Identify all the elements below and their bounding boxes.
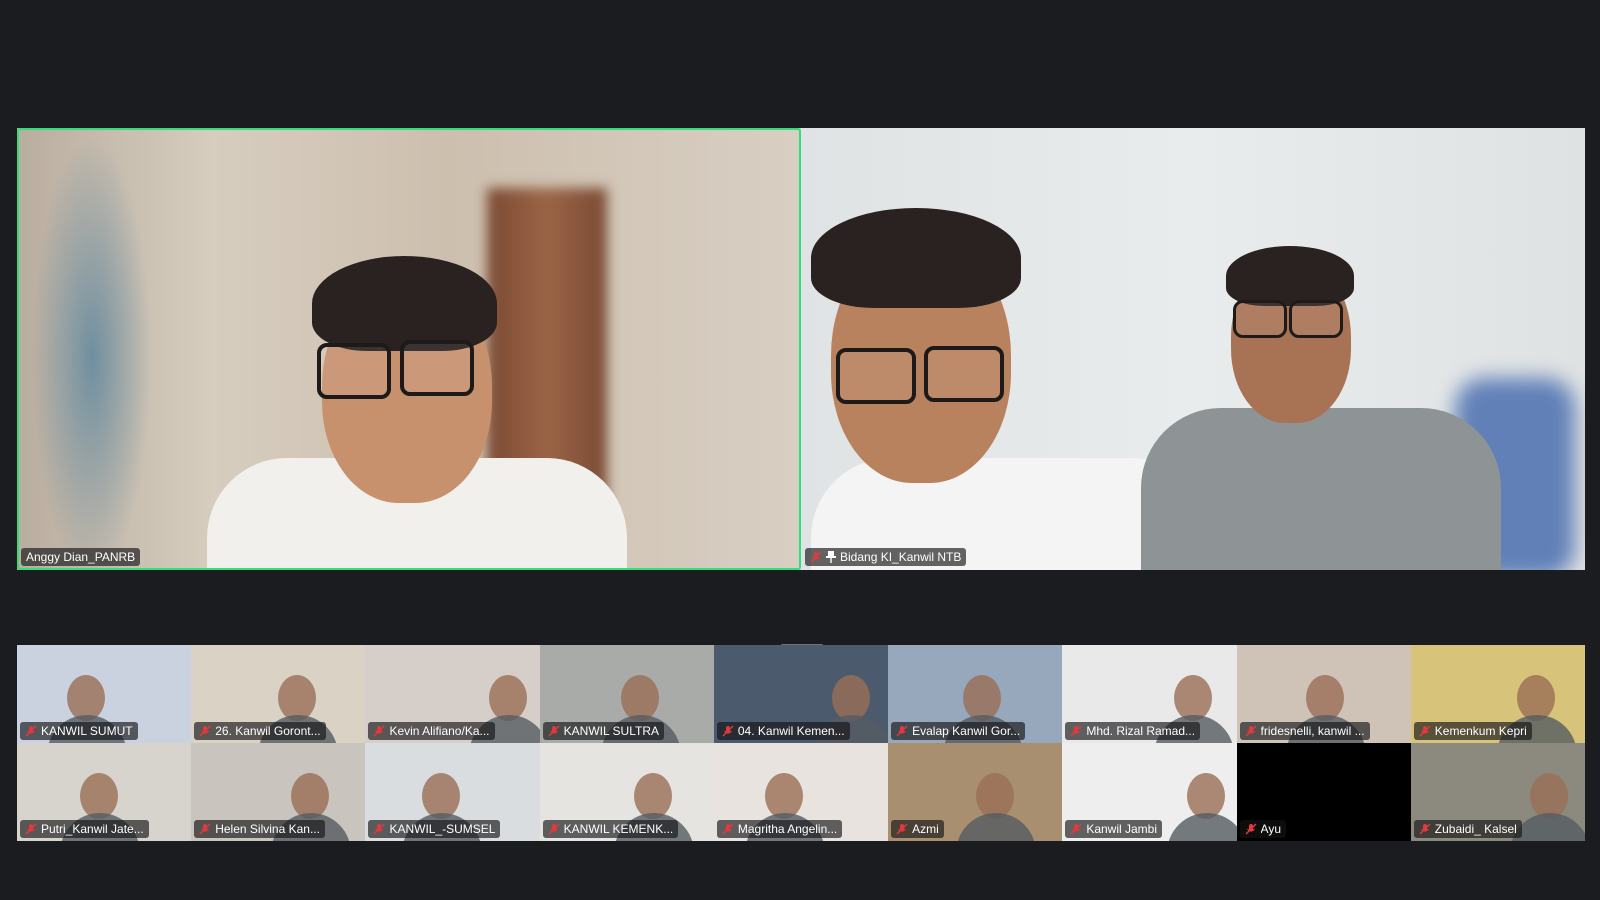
gallery-tile[interactable]: fridesnelli, kanwil ...: [1236, 645, 1411, 743]
participant-name-tag: KANWIL KEMENK...: [542, 820, 679, 838]
participant-name-tag: 04. Kanwil Kemen...: [716, 722, 850, 740]
participant-name: Magritha Angelin...: [737, 822, 838, 836]
microphone-muted-icon: [896, 725, 908, 737]
microphone-muted-icon: [1070, 823, 1082, 835]
participant-name: Kevin Alifiano/Ka...: [389, 724, 490, 738]
microphone-muted-icon: [25, 823, 37, 835]
microphone-muted-icon: [373, 725, 385, 737]
microphone-muted-icon: [1419, 725, 1431, 737]
microphone-muted-icon: [373, 823, 385, 835]
gallery-tile[interactable]: KANWIL SULTRA: [539, 645, 714, 743]
participant-name: Helen Silvina Kan...: [215, 822, 320, 836]
participant-name-tag: KANWIL_-SUMSEL: [368, 820, 501, 838]
microphone-muted-icon: [548, 823, 560, 835]
speaker-tile-2[interactable]: Bidang KI_Kanwil NTB: [801, 128, 1585, 570]
gallery-tile[interactable]: Zubaidi_ Kalsel: [1410, 743, 1585, 841]
participant-video-thumbnail-body: [956, 813, 1037, 841]
participant-name-tag: Kemenkum Kepri: [1413, 722, 1532, 740]
gallery-tile[interactable]: Kevin Alifiano/Ka...: [365, 645, 540, 743]
participant-gallery: KANWIL SUMUT 26. Kanwil Goront... Kevin Al…: [17, 645, 1585, 841]
participant-name: Evalap Kanwil Gor...: [912, 724, 1021, 738]
meeting-stage: Anggy Dian_PANRB Bidang KI_Kanwil NTB KA…: [0, 0, 1600, 900]
microphone-muted-icon: [199, 823, 211, 835]
microphone-muted-icon: [810, 551, 822, 563]
participant-name-tag: Magritha Angelin...: [716, 820, 843, 838]
participant-name: KANWIL SUMUT: [41, 724, 133, 738]
participant-name-tag: Evalap Kanwil Gor...: [891, 722, 1026, 740]
participant-name: KANWIL_-SUMSEL: [389, 822, 496, 836]
gallery-tile[interactable]: Mhd. Rizal Ramad...: [1062, 645, 1237, 743]
gallery-tile[interactable]: KANWIL_-SUMSEL: [365, 743, 540, 841]
participant-video-thumbnail-body: [1167, 813, 1237, 841]
participant-name: Putri_Kanwil Jate...: [41, 822, 144, 836]
microphone-muted-icon: [1245, 725, 1257, 737]
participant-name-tag: KANWIL SULTRA: [542, 722, 665, 740]
participant-name-tag: KANWIL SUMUT: [20, 722, 138, 740]
gallery-tile[interactable]: KANWIL KEMENK...: [539, 743, 714, 841]
participant-name-tag: Kanwil Jambi: [1065, 820, 1163, 838]
participant-name-tag: Helen Silvina Kan...: [194, 820, 325, 838]
participant-name-tag: 26. Kanwil Goront...: [194, 722, 326, 740]
participant-name: Ayu: [1260, 822, 1282, 836]
microphone-muted-icon: [548, 725, 560, 737]
gallery-tile[interactable]: Kanwil Jambi: [1062, 743, 1237, 841]
participant-name-tag: Ayu: [1239, 820, 1287, 838]
microphone-muted-icon: [896, 823, 908, 835]
participant-name: fridesnelli, kanwil ...: [1260, 724, 1365, 738]
gallery-tile[interactable]: Kemenkum Kepri: [1410, 645, 1585, 743]
participant-name: Zubaidi_ Kalsel: [1434, 822, 1517, 836]
participant-name: KANWIL KEMENK...: [563, 822, 674, 836]
speaker-tile-1[interactable]: Anggy Dian_PANRB: [17, 128, 801, 570]
gallery-tile[interactable]: KANWIL SUMUT: [17, 645, 192, 743]
participant-video-1: [17, 128, 801, 570]
participant-video-2b: [1121, 128, 1585, 570]
participant-name: Anggy Dian_PANRB: [26, 550, 136, 564]
microphone-muted-icon: [199, 725, 211, 737]
participant-name: Kemenkum Kepri: [1434, 724, 1527, 738]
microphone-muted-icon: [722, 725, 734, 737]
participant-name-tag: Kevin Alifiano/Ka...: [368, 722, 495, 740]
microphone-muted-icon: [1419, 823, 1431, 835]
participant-name: 04. Kanwil Kemen...: [737, 724, 845, 738]
gallery-tile[interactable]: Azmi: [888, 743, 1063, 841]
participant-name: Mhd. Rizal Ramad...: [1086, 724, 1196, 738]
participant-name: KANWIL SULTRA: [563, 724, 660, 738]
gallery-tile[interactable]: 04. Kanwil Kemen...: [713, 645, 889, 743]
participant-name: Kanwil Jambi: [1086, 822, 1158, 836]
participant-name: 26. Kanwil Goront...: [215, 724, 321, 738]
participant-name: Bidang KI_Kanwil NTB: [840, 550, 962, 564]
gallery-tile[interactable]: Ayu: [1236, 743, 1411, 841]
participant-name-tag: Anggy Dian_PANRB: [21, 548, 141, 566]
gallery-tile[interactable]: Helen Silvina Kan...: [191, 743, 366, 841]
pin-icon: [826, 551, 836, 563]
participant-name-tag: Putri_Kanwil Jate...: [20, 820, 149, 838]
microphone-muted-icon: [1070, 725, 1082, 737]
microphone-muted-icon: [1245, 823, 1257, 835]
gallery-tile[interactable]: Evalap Kanwil Gor...: [888, 645, 1063, 743]
participant-name-tag: Bidang KI_Kanwil NTB: [805, 548, 967, 566]
microphone-muted-icon: [722, 823, 734, 835]
participant-name-tag: Zubaidi_ Kalsel: [1413, 820, 1522, 838]
participant-name-tag: Azmi: [891, 820, 944, 838]
participant-name-tag: Mhd. Rizal Ramad...: [1065, 722, 1201, 740]
participant-name: Azmi: [912, 822, 939, 836]
gallery-tile[interactable]: 26. Kanwil Goront...: [191, 645, 366, 743]
gallery-tile[interactable]: Putri_Kanwil Jate...: [17, 743, 192, 841]
microphone-muted-icon: [25, 725, 37, 737]
participant-name-tag: fridesnelli, kanwil ...: [1239, 722, 1370, 740]
gallery-tile[interactable]: Magritha Angelin...: [713, 743, 889, 841]
